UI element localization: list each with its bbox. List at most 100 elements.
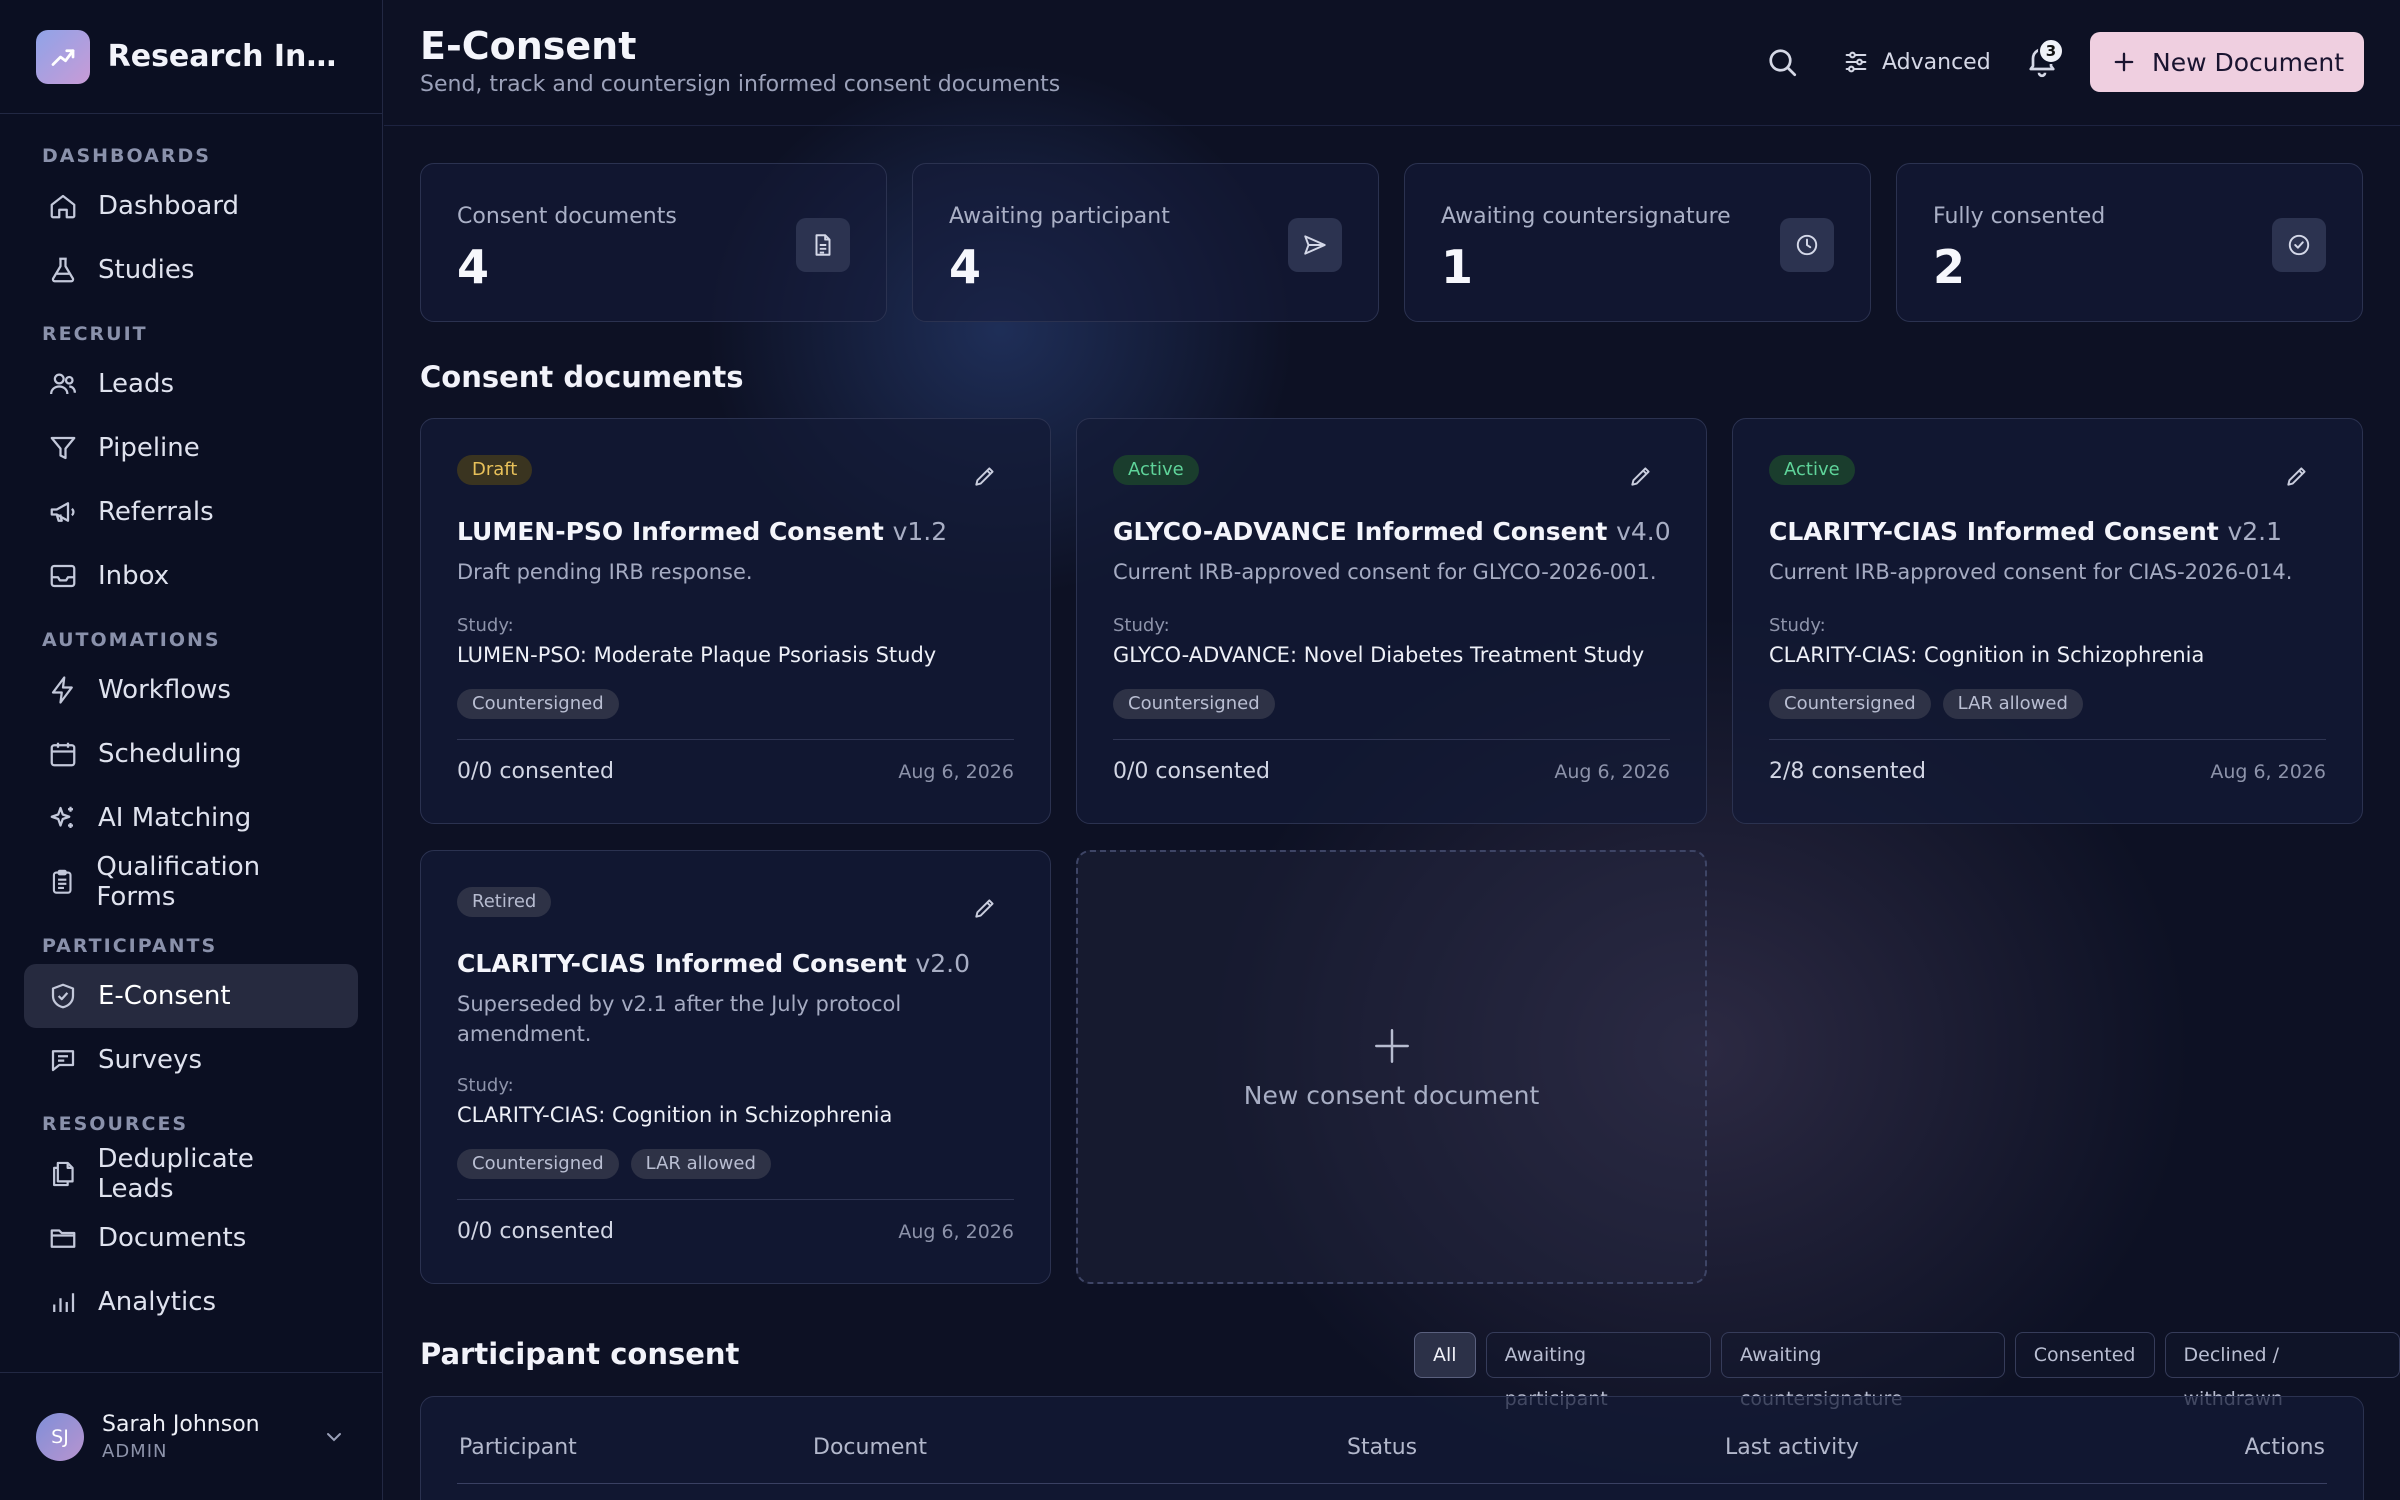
sidebar-item-deduplicate-leads[interactable]: Deduplicate Leads xyxy=(24,1142,358,1206)
check-circle-icon xyxy=(2272,218,2326,272)
document-description: Draft pending IRB response. xyxy=(457,560,753,584)
header-divider xyxy=(457,1483,2327,1484)
sidebar-item-pipeline[interactable]: Pipeline xyxy=(24,416,358,480)
folder-icon xyxy=(50,1229,76,1248)
sidebar-item-label: E-Consent xyxy=(98,981,231,1011)
sidebar-item-label: Qualification Forms xyxy=(96,852,261,912)
calendar-icon xyxy=(50,742,76,767)
stat-label: Awaiting participant xyxy=(949,204,1170,229)
sidebar-item-label: Surveys xyxy=(98,1045,202,1075)
new-document-button[interactable]: New Document xyxy=(2090,32,2364,92)
document-description: Superseded by v2.1 after the July protoc… xyxy=(457,992,902,1046)
column-header-status[interactable]: Status xyxy=(1347,1435,1417,1460)
sidebar-item-scheduling[interactable]: Scheduling xyxy=(24,722,358,786)
filter-declined-withdrawn[interactable]: Declined / withdrawn xyxy=(2164,1332,2400,1410)
new-consent-document-card[interactable]: New consent document xyxy=(1076,850,1707,1284)
new-document-label: New Document xyxy=(2152,47,2344,77)
study-name: CLARITY-CIAS: Cognition in Schizophrenia xyxy=(457,1103,893,1127)
document-version: v2.0 xyxy=(915,949,971,978)
divider xyxy=(1113,739,1670,740)
participant-filter-group: All Awaiting participant Awaiting counte… xyxy=(1404,1332,2400,1410)
section-participants: PARTICIPANTS xyxy=(42,935,218,957)
sidebar-item-label: Studies xyxy=(98,255,195,285)
message-icon xyxy=(51,1050,75,1072)
divider xyxy=(457,739,1014,740)
sidebar-item-documents[interactable]: Documents xyxy=(24,1206,358,1270)
sidebar-item-ai-matching[interactable]: AI Matching xyxy=(24,786,358,850)
sidebar-item-label: AI Matching xyxy=(98,803,252,833)
advanced-button[interactable]: Advanced xyxy=(1842,40,1991,84)
divider xyxy=(1769,739,2326,740)
column-header-participant[interactable]: Participant xyxy=(459,1435,577,1460)
filter-all[interactable]: All xyxy=(1414,1332,1476,1378)
study-label: Study: xyxy=(1769,615,1826,636)
sidebar-item-studies[interactable]: Studies xyxy=(24,238,358,302)
filter-awaiting-participant[interactable]: Awaiting participant xyxy=(1485,1332,1711,1410)
sidebar-item-inbox[interactable]: Inbox xyxy=(24,544,358,608)
sidebar-item-e-consent[interactable]: E-Consent xyxy=(24,964,358,1028)
pencil-icon[interactable] xyxy=(972,895,998,921)
filter-consented[interactable]: Consented xyxy=(2014,1332,2155,1378)
consented-count: 2/8 consented xyxy=(1769,759,1926,784)
plus-icon xyxy=(1374,1028,1409,1063)
consent-documents-heading: Consent documents xyxy=(420,360,744,394)
consented-count: 0/0 consented xyxy=(1113,759,1270,784)
consent-document-card[interactable]: Retired CLARITY-CIAS Informed Consent v2… xyxy=(420,850,1051,1284)
consented-count: 0/0 consented xyxy=(457,1219,614,1244)
megaphone-icon xyxy=(50,502,75,522)
document-name: GLYCO-ADVANCE Informed Consent xyxy=(1113,517,1608,546)
tag-list: Countersigned LAR allowed xyxy=(457,1149,783,1179)
tag: Countersigned xyxy=(1113,689,1275,719)
home-icon xyxy=(50,194,76,219)
section-dashboards: DASHBOARDS xyxy=(42,145,211,167)
sidebar-item-label: Documents xyxy=(98,1223,247,1253)
sidebar-item-label: Deduplicate Leads xyxy=(97,1144,254,1204)
sidebar-nav: DASHBOARDS Dashboard Studies RECRUIT Lea… xyxy=(0,114,382,1372)
pencil-icon[interactable] xyxy=(972,463,998,489)
document-name: CLARITY-CIAS Informed Consent xyxy=(1769,517,2219,546)
stat-card-awaiting-participant: Awaiting participant 4 xyxy=(912,163,1379,322)
sidebar-item-label: Analytics xyxy=(98,1287,217,1317)
clipboard-icon xyxy=(52,869,72,894)
study-name: CLARITY-CIAS: Cognition in Schizophrenia xyxy=(1769,643,2205,667)
status-badge: Active xyxy=(1113,455,1199,485)
sidebar-item-referrals[interactable]: Referrals xyxy=(24,480,358,544)
column-header-last-activity[interactable]: Last activity xyxy=(1725,1435,1859,1460)
search-icon[interactable] xyxy=(1764,44,1800,80)
document-title: CLARITY-CIAS Informed Consent v2.0 xyxy=(457,949,970,978)
sidebar-item-workflows[interactable]: Workflows xyxy=(24,658,358,722)
page-title: E-Consent xyxy=(420,24,637,68)
sidebar-item-analytics[interactable]: Analytics xyxy=(24,1270,358,1334)
tag-list: Countersigned xyxy=(1113,689,1287,719)
chevron-down-icon xyxy=(327,1432,341,1441)
consent-document-card[interactable]: Active GLYCO-ADVANCE Informed Consent v4… xyxy=(1076,418,1707,824)
tag: LAR allowed xyxy=(1942,689,2083,719)
consent-document-card[interactable]: Draft LUMEN-PSO Informed Consent v1.2 Dr… xyxy=(420,418,1051,824)
user-name: Sarah Johnson xyxy=(102,1411,260,1437)
pencil-icon[interactable] xyxy=(2284,463,2310,489)
sidebar-item-leads[interactable]: Leads xyxy=(24,352,358,416)
sidebar: Research Inst... DASHBOARDS Dashboard St… xyxy=(0,0,383,1500)
user-menu[interactable]: SJ Sarah Johnson ADMIN xyxy=(0,1372,382,1500)
column-header-document[interactable]: Document xyxy=(813,1435,927,1460)
stat-value: 4 xyxy=(949,240,982,294)
advanced-label: Advanced xyxy=(1882,49,1991,75)
brand[interactable]: Research Inst... xyxy=(0,0,382,114)
sidebar-item-dashboard[interactable]: Dashboard xyxy=(24,174,358,238)
filter-awaiting-countersignature[interactable]: Awaiting countersignature xyxy=(1720,1332,2005,1410)
sidebar-item-qualification-forms[interactable]: Qualification Forms xyxy=(24,850,358,914)
filter-icon xyxy=(50,436,76,460)
consented-count: 0/0 consented xyxy=(457,759,614,784)
document-title: CLARITY-CIAS Informed Consent v2.1 xyxy=(1769,517,2282,546)
section-resources: RESOURCES xyxy=(42,1113,189,1135)
avatar: SJ xyxy=(36,1412,84,1461)
study-name: LUMEN-PSO: Moderate Plaque Psoriasis Stu… xyxy=(457,643,937,667)
consent-document-card[interactable]: Active CLARITY-CIAS Informed Consent v2.… xyxy=(1732,418,2363,824)
shield-check-icon xyxy=(51,983,75,1009)
sidebar-item-surveys[interactable]: Surveys xyxy=(24,1028,358,1092)
page-subtitle: Send, track and countersign informed con… xyxy=(420,72,1061,97)
study-label: Study: xyxy=(457,615,514,636)
stat-value: 4 xyxy=(457,240,490,294)
pencil-icon[interactable] xyxy=(1628,463,1654,489)
copy-icon xyxy=(53,1161,74,1187)
